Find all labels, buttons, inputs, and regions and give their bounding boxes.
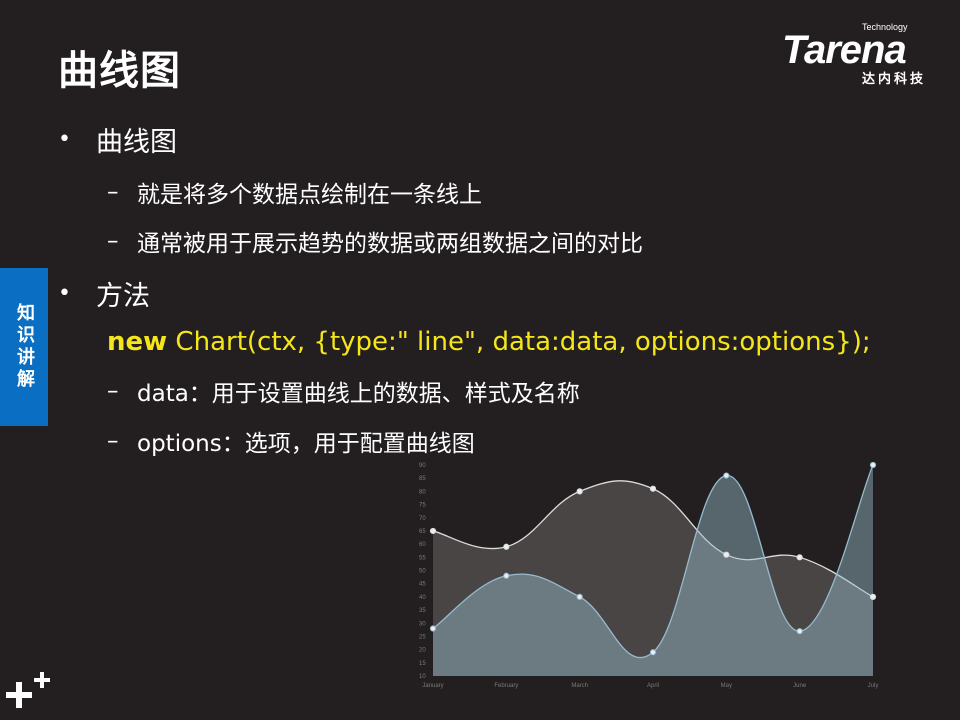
y-tick-label: 45 (419, 582, 426, 588)
slide-title: 曲线图 (58, 48, 181, 94)
series-2-point (649, 649, 657, 656)
line-chart: 10 15 20 25 30 35 40 45 50 55 60 65 70 75 80 85 90 Januar… (413, 458, 893, 694)
series-1-point (576, 488, 583, 495)
y-tick-label: 20 (419, 648, 426, 654)
bullet-dot-icon: • (58, 281, 71, 306)
bullet-dot-icon: • (58, 127, 71, 152)
series-2-point (723, 472, 730, 479)
x-tick-label: March (571, 683, 588, 689)
y-tick-label: 10 (419, 674, 426, 680)
y-tick-label: 70 (419, 516, 426, 522)
code-rest: Chart(ctx, {type:" line", data:data, opt… (167, 327, 871, 357)
x-tick-label: January (422, 683, 443, 689)
sub-item: – 就是将多个数据点绘制在一条线上 (107, 175, 482, 209)
y-tick-label: 50 (419, 569, 426, 575)
dash-icon: – (107, 378, 119, 404)
x-tick-label: July (868, 683, 879, 689)
x-tick-label: May (721, 683, 732, 689)
y-tick-label: 40 (419, 595, 426, 601)
y-tick-label: 65 (419, 529, 426, 535)
bullet-text: 方法 (96, 281, 150, 312)
y-tick-label: 75 (419, 503, 426, 509)
dash-icon: – (107, 428, 119, 454)
series-1-point (649, 485, 657, 492)
code-line: new Chart(ctx, {type:" line", data:data,… (107, 327, 871, 357)
sub-item: – data：用于设置曲线上的数据、样式及名称 (107, 374, 580, 408)
tarena-logo: Technology Tarena 达内科技 (780, 22, 950, 87)
series-1-point (429, 527, 437, 535)
sub-item-text: 就是将多个数据点绘制在一条线上 (137, 182, 482, 208)
y-tick-label: 80 (419, 489, 426, 495)
y-tick-label: 35 (419, 608, 426, 614)
y-tick-label: 55 (419, 555, 426, 561)
knowledge-tab-label: 知识讲解 (14, 303, 35, 391)
plus-logo-icon (6, 672, 50, 708)
series-2-point (503, 572, 510, 579)
sub-item-text: 通常被用于展示趋势的数据或两组数据之间的对比 (137, 231, 643, 257)
y-tick-label: 30 (419, 621, 426, 627)
y-tick-label: 85 (419, 476, 426, 482)
y-tick-label: 25 (419, 634, 426, 640)
sub-item-text: options：选项，用于配置曲线图 (137, 431, 475, 457)
series-1-point (796, 554, 803, 561)
x-tick-label: April (647, 683, 659, 689)
series-2-point (869, 461, 877, 469)
dash-icon: – (107, 179, 119, 205)
series-1-point (869, 593, 877, 600)
y-tick-label: 60 (419, 542, 426, 548)
sub-item: – 通常被用于展示趋势的数据或两组数据之间的对比 (107, 224, 643, 258)
x-tick-label: February (494, 683, 518, 689)
dash-icon: – (107, 228, 119, 254)
series-2-point (576, 593, 583, 600)
bullet-text: 曲线图 (96, 127, 177, 158)
logo-wordmark: Tarena (782, 28, 907, 72)
series-1-point (503, 543, 510, 550)
x-tick-label: June (793, 683, 807, 689)
sub-item: – options：选项，用于配置曲线图 (107, 424, 475, 458)
knowledge-tab: 知识讲解 (0, 268, 48, 426)
y-tick-label: 90 (419, 463, 426, 469)
series-2-point (429, 625, 437, 632)
bullet-method: • 方法 (58, 274, 150, 313)
logo-chinese: 达内科技 (862, 72, 927, 87)
series-2-point (796, 628, 803, 635)
sub-item-text: data：用于设置曲线上的数据、样式及名称 (137, 381, 580, 407)
series-1-point (723, 551, 730, 558)
line-chart-svg: 10 15 20 25 30 35 40 45 50 55 60 65 70 75 80 85 90 Januar… (419, 461, 879, 689)
y-tick-label: 15 (419, 661, 426, 667)
code-keyword: new (107, 327, 168, 357)
bullet-curve-chart: • 曲线图 (58, 120, 177, 159)
